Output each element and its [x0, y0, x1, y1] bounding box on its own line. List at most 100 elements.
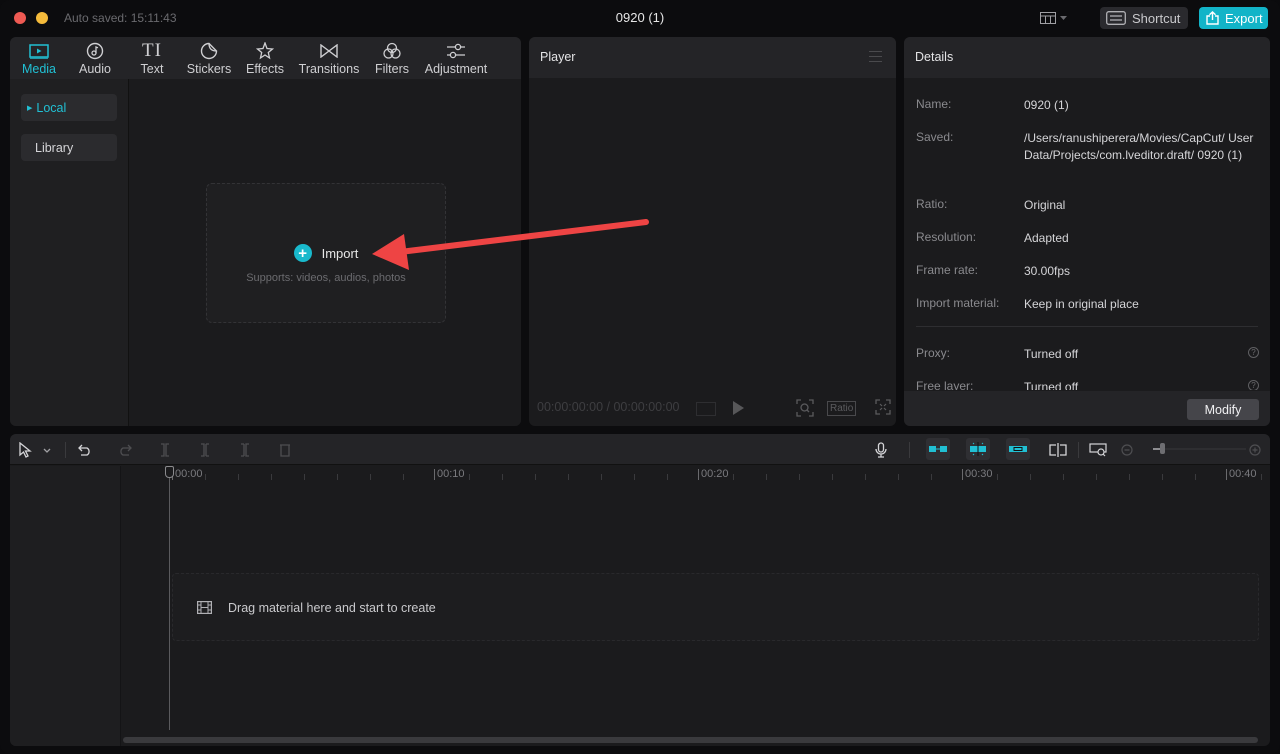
timeline-drop-zone[interactable]: Drag material here and start to create: [172, 573, 1259, 641]
detail-label: Import material:: [916, 296, 1000, 310]
detail-label: Saved:: [916, 130, 954, 144]
microphone-icon: [875, 442, 887, 458]
ruler-tick: [535, 474, 536, 480]
tab-text[interactable]: TI Text: [124, 37, 180, 79]
detail-label: Ratio:: [916, 197, 948, 211]
help-icon[interactable]: ?: [1248, 380, 1259, 390]
title-bar: Auto saved: 15:11:43 0920 (1) Shortcut E…: [0, 0, 1280, 36]
import-button[interactable]: + Import: [207, 244, 445, 262]
tab-effects[interactable]: Effects: [238, 37, 292, 79]
media-panel: Media Audio TI Text Stickers Effects Tra…: [10, 37, 521, 426]
shortcut-button[interactable]: Shortcut: [1100, 7, 1188, 29]
tab-audio[interactable]: Audio: [66, 37, 124, 79]
export-label: Export: [1225, 10, 1263, 26]
player-controls: 00:00:00:00 / 00:00:00:00 Ratio: [529, 390, 896, 426]
detail-label: Resolution:: [916, 230, 977, 244]
tab-label: Audio: [79, 62, 111, 76]
toolbar-divider: [1078, 442, 1079, 458]
tab-label: Transitions: [298, 62, 360, 76]
link-clips-icon: [1009, 446, 1027, 452]
help-icon[interactable]: ?: [1248, 347, 1259, 358]
delete-right-button[interactable]: [236, 440, 254, 460]
details-divider: [916, 326, 1258, 327]
stickers-icon: [200, 42, 218, 60]
zoom-in-icon: [1249, 444, 1261, 456]
tab-stickers[interactable]: Stickers: [180, 37, 238, 79]
undo-button[interactable]: [76, 440, 94, 460]
zoom-slider-handle[interactable]: [1160, 443, 1166, 454]
modify-button[interactable]: Modify: [1187, 399, 1259, 420]
export-icon: [1206, 11, 1219, 25]
select-mode-dropdown[interactable]: [42, 440, 52, 460]
sidebar-item-local[interactable]: ▶ Local: [21, 94, 117, 121]
zoom-fit-icon[interactable]: [796, 399, 814, 417]
record-audio-button[interactable]: [872, 440, 890, 460]
playhead-line[interactable]: [169, 466, 170, 730]
delete-button[interactable]: [276, 440, 294, 460]
ratio-button[interactable]: Ratio: [827, 401, 857, 416]
player-panel: Player 00:00:00:00 / 00:00:00:00 Ratio: [529, 37, 896, 426]
cursor-icon: [19, 442, 32, 458]
detail-label: Name:: [916, 97, 952, 111]
tab-transitions[interactable]: Transitions: [292, 37, 366, 79]
grid-icon[interactable]: [696, 402, 716, 416]
playhead-handle[interactable]: [165, 466, 174, 478]
layout-button[interactable]: [1040, 8, 1076, 28]
ruler-label: 00:10: [434, 469, 465, 480]
ruler-tick: [502, 474, 503, 480]
zoom-out-button[interactable]: [1120, 440, 1134, 460]
split-button[interactable]: [156, 440, 174, 460]
ruler-tick: [865, 474, 866, 480]
auto-snapping-toggle[interactable]: [966, 438, 990, 460]
split-icon: [161, 443, 169, 457]
ruler-tick: [238, 474, 239, 480]
autosave-status: Auto saved: 15:11:43: [64, 11, 177, 25]
tab-media[interactable]: Media: [12, 37, 66, 79]
detail-label: Proxy:: [916, 346, 951, 360]
timeline-zoom-slider[interactable]: [1153, 443, 1246, 454]
linkage-toggle[interactable]: [1006, 438, 1030, 460]
ruler-tick: [205, 474, 206, 480]
redo-button[interactable]: [116, 440, 134, 460]
details-header: Details: [904, 37, 1270, 78]
timeline-panel: 00:00 00:10 00:20 00:30 00:40 Drag mater…: [10, 434, 1270, 746]
preview-axis-button[interactable]: [1048, 440, 1068, 460]
sidebar-item-library[interactable]: Library: [21, 134, 117, 161]
ruler-tick: [1129, 474, 1130, 480]
ruler-tick: [304, 474, 305, 480]
timeline-toolbar: [10, 434, 1270, 465]
layout-icon: [1040, 12, 1056, 24]
filters-icon: [383, 42, 401, 59]
detail-label: Frame rate:: [916, 263, 979, 277]
import-dropzone[interactable]: + Import Supports: videos, audios, photo…: [206, 183, 446, 323]
trim-left-icon: [201, 443, 209, 457]
main-track-magnet-toggle[interactable]: [926, 438, 950, 460]
tab-filters[interactable]: Filters: [366, 37, 418, 79]
ruler-tick: [1030, 474, 1031, 480]
track-headers: [10, 466, 121, 746]
zoom-to-fit-button[interactable]: [1088, 440, 1108, 460]
ruler-tick: [634, 474, 635, 480]
minimize-window-button[interactable]: [36, 12, 48, 24]
timeline-zoom-fit-icon: [1089, 443, 1107, 457]
timeline-ruler[interactable]: 00:00 00:10 00:20 00:30 00:40: [122, 466, 1270, 486]
detail-value: 30.00fps: [1024, 264, 1071, 278]
capcut-window: Auto saved: 15:11:43 0920 (1) Shortcut E…: [0, 0, 1280, 754]
play-button[interactable]: [733, 401, 744, 415]
fullscreen-icon[interactable]: [875, 399, 891, 415]
ruler-tick: [931, 474, 932, 480]
media-tabs: Media Audio TI Text Stickers Effects Tra…: [10, 37, 521, 79]
select-tool-button[interactable]: [18, 440, 34, 460]
details-body: Name: 0920 (1) Saved: /Users/ranushiperera…: [904, 78, 1270, 390]
delete-left-button[interactable]: [196, 440, 214, 460]
zoom-in-button[interactable]: [1248, 440, 1262, 460]
close-window-button[interactable]: [14, 12, 26, 24]
ruler-tick: [766, 474, 767, 480]
ruler-tick: [403, 474, 404, 480]
timeline-horizontal-scrollbar[interactable]: [123, 737, 1258, 743]
tab-adjustment[interactable]: Adjustment: [418, 37, 494, 79]
export-button[interactable]: Export: [1199, 7, 1268, 29]
ruler-tick: [997, 474, 998, 480]
ruler-tick: [337, 474, 338, 480]
menu-icon[interactable]: [869, 51, 882, 63]
